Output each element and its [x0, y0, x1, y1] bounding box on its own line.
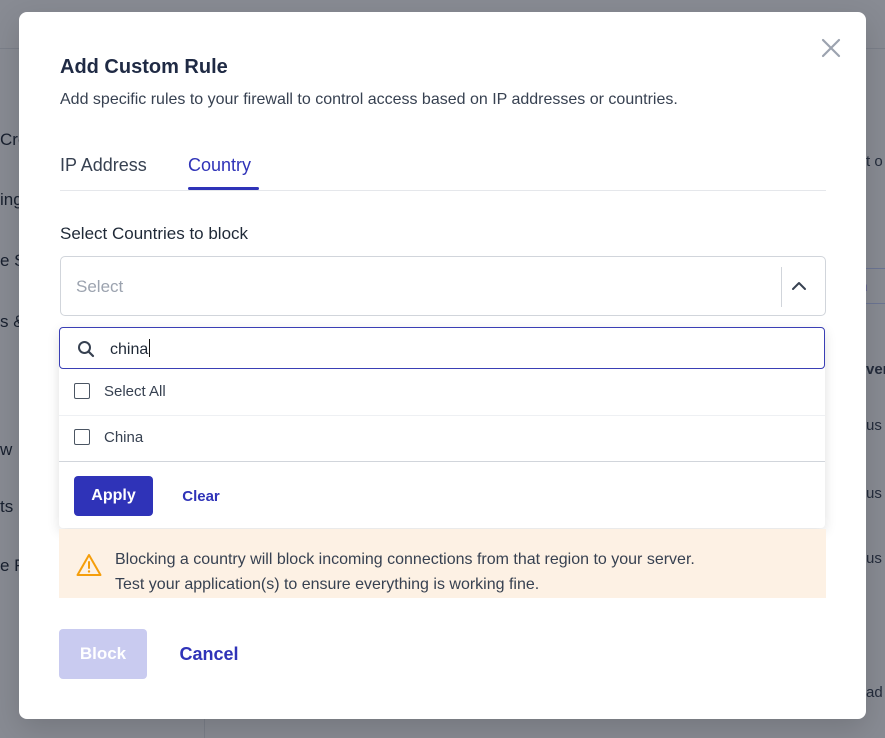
close-icon [821, 38, 841, 58]
modal-subtitle: Add specific rules to your firewall to c… [60, 91, 678, 108]
warning-line-1: Blocking a country will block incoming c… [115, 551, 695, 568]
china-checkbox[interactable] [74, 429, 90, 445]
countries-field-label: Select Countries to block [60, 224, 249, 243]
search-input-value: china [110, 339, 151, 359]
chevron-up-icon[interactable] [790, 277, 808, 295]
country-search-input[interactable]: china [59, 327, 825, 369]
warning-line-2: Test your application(s) to ensure every… [115, 576, 540, 593]
select-all-checkbox[interactable] [74, 383, 90, 399]
search-text: china [110, 341, 149, 358]
tab-ip-address[interactable]: IP Address [60, 155, 147, 189]
option-label: Select All [104, 383, 166, 400]
modal-title: Add Custom Rule [60, 56, 228, 78]
clear-button[interactable]: Clear [169, 476, 233, 516]
rule-type-tabs: IP Address Country [60, 155, 826, 191]
text-cursor [149, 339, 151, 357]
warning-text: Blocking a country will block incoming c… [115, 547, 815, 597]
warning-icon [76, 554, 102, 576]
option-china[interactable]: China [59, 416, 825, 462]
add-custom-rule-modal: Add Custom Rule Add specific rules to yo… [19, 12, 866, 719]
country-dropdown: china Select All China Apply Clear [59, 327, 825, 528]
active-tab-indicator [188, 187, 259, 190]
country-select[interactable]: Select [60, 256, 826, 316]
select-divider [781, 267, 782, 307]
close-button[interactable] [819, 36, 843, 60]
option-select-all[interactable]: Select All [59, 370, 825, 416]
search-icon [78, 341, 95, 358]
cancel-button[interactable]: Cancel [165, 629, 253, 679]
option-label: China [104, 429, 144, 446]
block-button[interactable]: Block [59, 629, 147, 679]
apply-button[interactable]: Apply [74, 476, 153, 516]
select-placeholder: Select [76, 277, 124, 296]
warning-banner: Blocking a country will block incoming c… [59, 529, 826, 598]
tab-country[interactable]: Country [188, 155, 251, 189]
